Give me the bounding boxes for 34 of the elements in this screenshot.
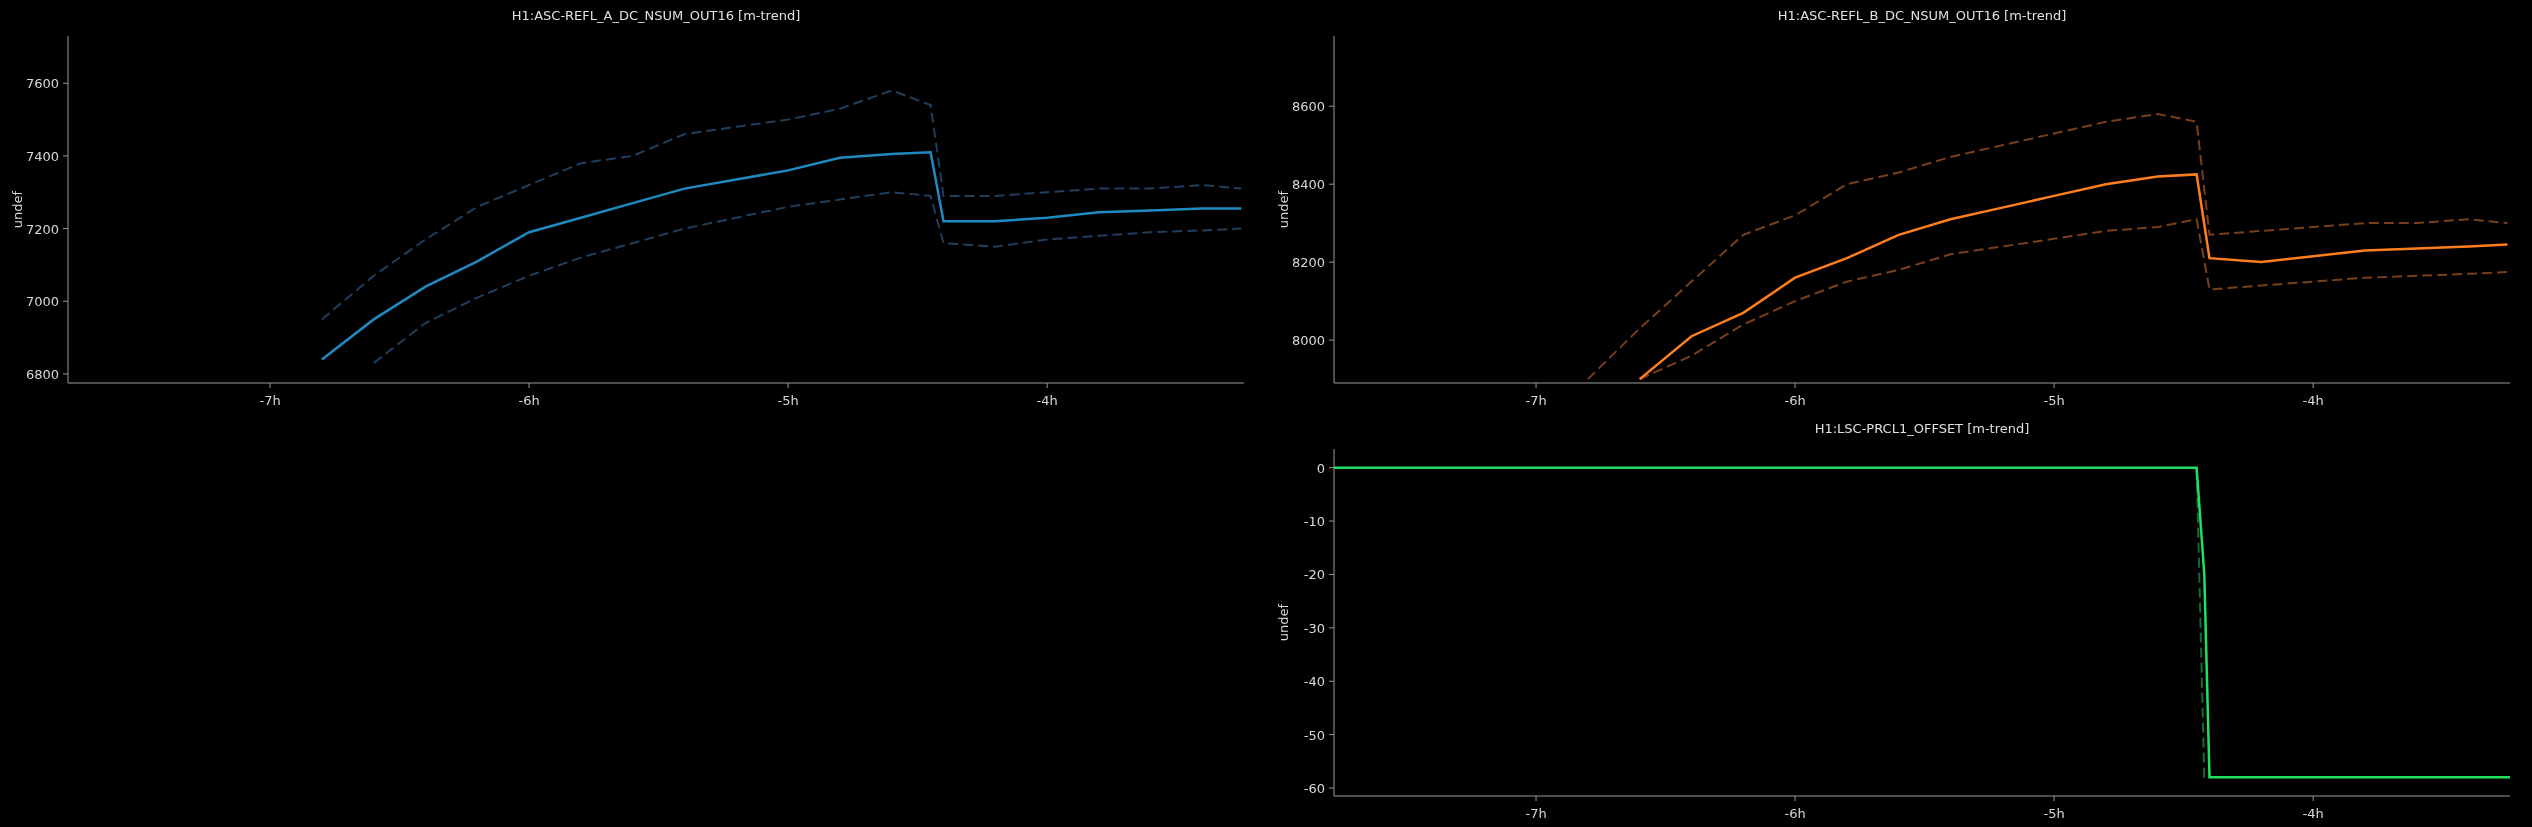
axis-label: undef (10, 190, 25, 229)
tick-label: -6h (1784, 806, 1806, 821)
tick-label: -4h (2302, 393, 2324, 408)
tick-label: 7200 (25, 221, 59, 237)
tick-label: -7h (259, 393, 281, 408)
tick-label: 8600 (1291, 99, 1325, 115)
tick-label: -5h (2043, 806, 2065, 821)
tick-label: -30 (1303, 620, 1325, 636)
tick-label: 0 (1316, 460, 1325, 476)
tick-label: -5h (2043, 393, 2065, 408)
axis-label: undef (1276, 603, 1291, 642)
tick-label: -40 (1303, 674, 1325, 690)
tick-label: -60 (1303, 781, 1325, 796)
tick-label: -20 (1303, 567, 1325, 583)
chart-title: H1:LSC-PRCL1_OFFSET [m-trend] (1814, 421, 2030, 436)
tick-label: 6800 (25, 366, 59, 382)
tick-label: 8000 (1291, 333, 1325, 349)
tick-label: 7400 (25, 148, 59, 164)
chart-title: H1:ASC-REFL_A_DC_NSUM_OUT16 [m-trend] (511, 8, 801, 23)
tick-label: -4h (2302, 806, 2324, 821)
tick-label: -10 (1303, 514, 1325, 530)
axis-label: undef (1276, 190, 1291, 229)
tick-label: -50 (1303, 727, 1325, 743)
tick-label: 8400 (1291, 177, 1325, 193)
tick-label: 8200 (1291, 255, 1325, 271)
chart-title: H1:ASC-REFL_B_DC_NSUM_OUT16 [m-trend] (1777, 8, 2067, 23)
tick-label: -6h (518, 393, 540, 408)
tick-label: -7h (1525, 806, 1547, 821)
tick-label: -6h (1784, 393, 1806, 408)
tick-label: -7h (1525, 393, 1547, 408)
tick-label: 7600 (25, 76, 59, 92)
tick-label: 7000 (25, 294, 59, 310)
tick-label: -5h (777, 393, 799, 408)
tick-label: -4h (1036, 393, 1058, 408)
